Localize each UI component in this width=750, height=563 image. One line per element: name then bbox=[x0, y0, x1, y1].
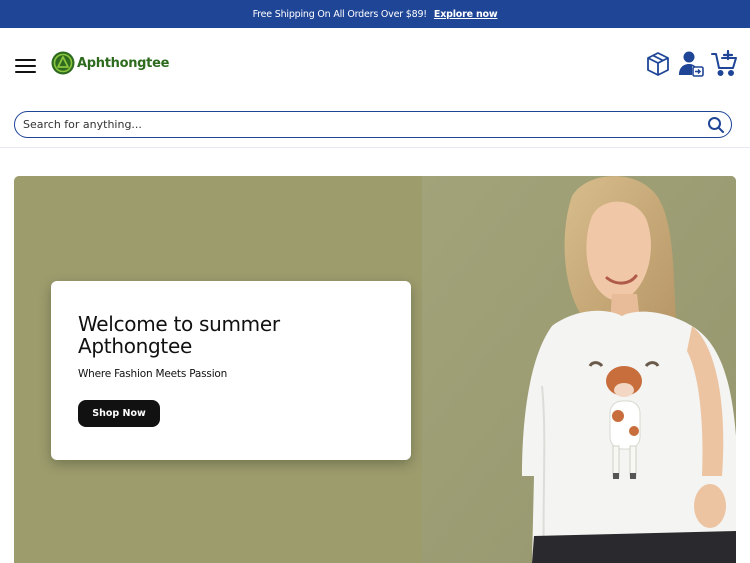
promo-bar: Free Shipping On All Orders Over $89! Ex… bbox=[0, 0, 750, 28]
hero-model-photo bbox=[422, 176, 736, 563]
header-divider bbox=[0, 147, 750, 148]
menu-icon[interactable] bbox=[15, 58, 36, 74]
site-logo[interactable]: Aphthongtee bbox=[51, 51, 169, 75]
logo-mark-icon bbox=[51, 51, 75, 75]
header-actions bbox=[639, 50, 738, 78]
search-input[interactable] bbox=[23, 116, 683, 133]
search-icon[interactable] bbox=[706, 115, 726, 135]
logo-text: Aphthongtee bbox=[77, 55, 170, 71]
explore-now-link[interactable]: Explore now bbox=[434, 9, 498, 20]
shop-now-button[interactable]: Shop Now bbox=[78, 400, 160, 427]
hero-card: Welcome to summer Apthongtee Where Fashi… bbox=[51, 281, 411, 460]
hero-subtitle: Where Fashion Meets Passion bbox=[78, 368, 228, 380]
box-icon[interactable] bbox=[644, 50, 672, 78]
hero-title: Welcome to summer Apthongtee bbox=[78, 312, 280, 358]
site-header: Aphthongtee bbox=[0, 28, 750, 108]
hero-banner: Welcome to summer Apthongtee Where Fashi… bbox=[14, 176, 736, 563]
promo-text: Free Shipping On All Orders Over $89! bbox=[252, 8, 428, 20]
search-bar bbox=[14, 111, 732, 138]
account-icon[interactable] bbox=[677, 50, 705, 78]
cart-icon[interactable] bbox=[710, 50, 738, 78]
